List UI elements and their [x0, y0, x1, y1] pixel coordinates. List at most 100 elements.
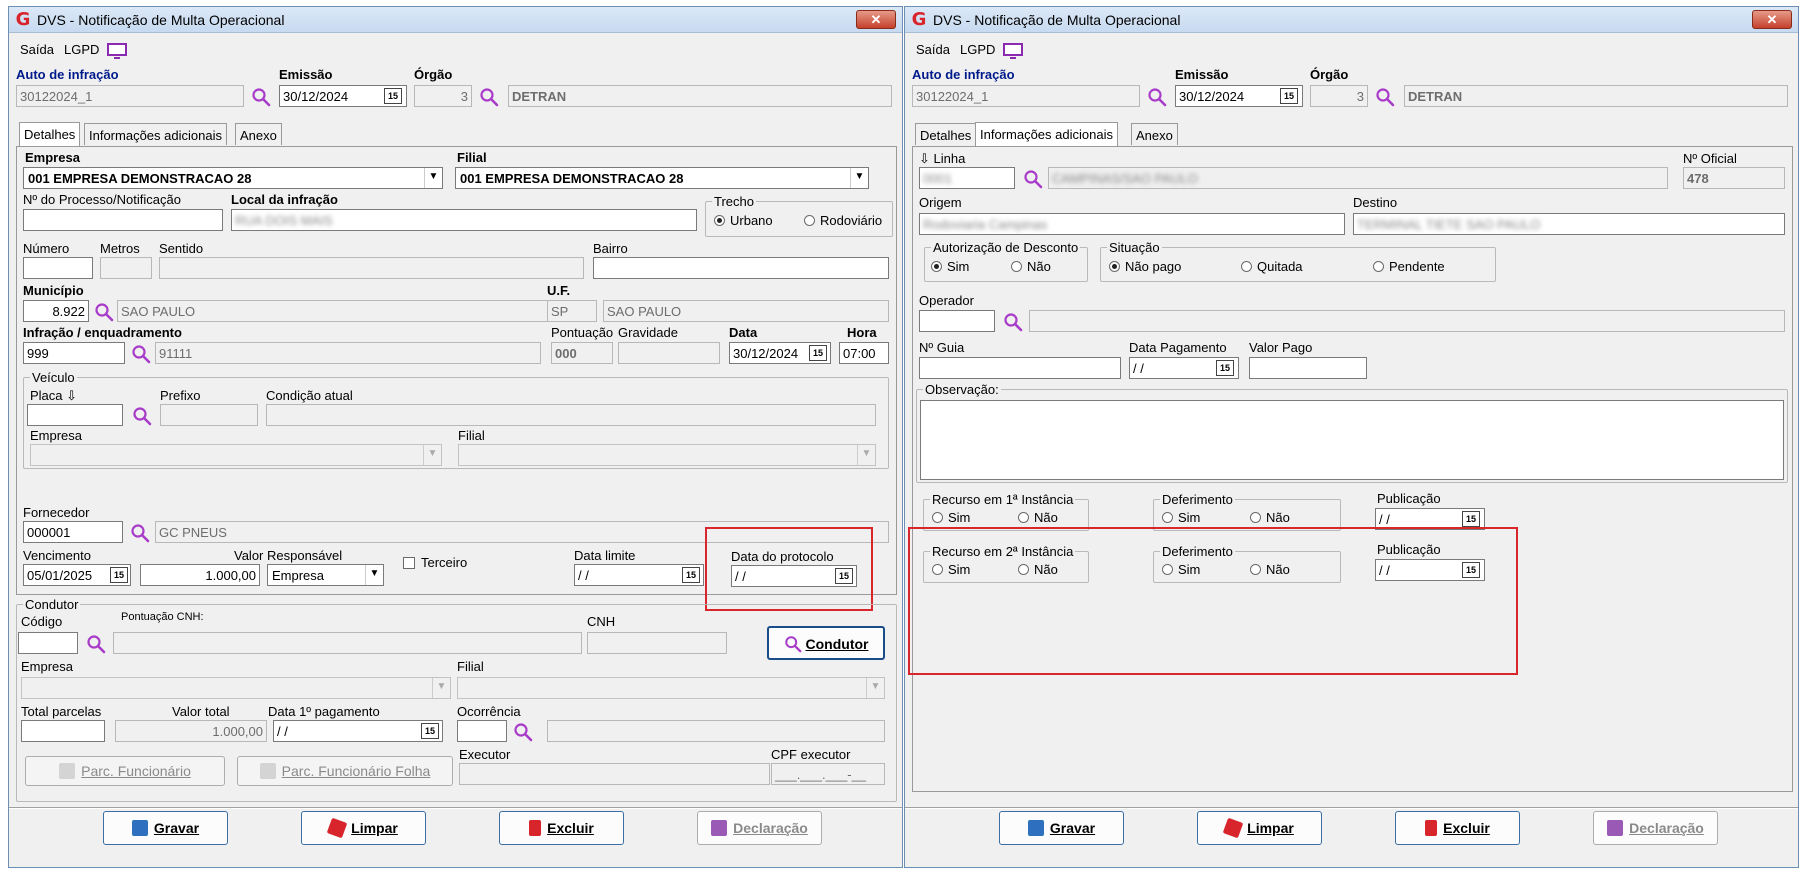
search-municipio-icon[interactable]	[94, 302, 114, 322]
autorizacao-label: Autorização de Desconto	[931, 240, 1081, 255]
search-ocorrencia-icon[interactable]	[513, 722, 533, 742]
condutor-empresa-select[interactable]: ▼	[21, 677, 451, 699]
app-logo-icon: G	[911, 9, 927, 30]
orgao-label: Órgão	[414, 67, 453, 82]
search-operador-icon[interactable]	[1003, 312, 1023, 332]
auto-input[interactable]: 30122024_1	[912, 85, 1140, 107]
sentido-input[interactable]	[159, 257, 584, 279]
local-input[interactable]: RUA DOIS MAIS	[231, 209, 697, 231]
calendar-icon[interactable]: 15	[1462, 511, 1480, 527]
origem-input[interactable]: Rodoviaria Campinas	[919, 213, 1345, 235]
processo-input[interactable]	[23, 209, 223, 231]
excluir-button[interactable]: Excluir	[1395, 811, 1520, 845]
situacao-label: Situação	[1107, 240, 1162, 255]
calendar-icon[interactable]: 15	[421, 723, 439, 739]
monitor-icon[interactable]	[107, 43, 127, 59]
veiculo-empresa-select[interactable]: ▼	[30, 444, 442, 466]
menu-lgpd[interactable]: LGPD	[64, 42, 99, 57]
orgao-label: Órgão	[1310, 67, 1349, 82]
auto-input[interactable]: 30122024_1	[16, 85, 244, 107]
metros-input[interactable]	[100, 257, 152, 279]
empresa-select[interactable]: 001 EMPRESA DEMONSTRACAO 28 ▼	[23, 167, 443, 189]
calendar-icon[interactable]: 15	[1280, 88, 1298, 104]
search-auto-icon[interactable]	[1147, 87, 1167, 107]
parc-funcionario-button[interactable]: Parc. Funcionário	[25, 756, 225, 786]
recurso1-nao-radio[interactable]: Não	[1018, 510, 1058, 525]
search-orgao-icon[interactable]	[479, 87, 499, 107]
autorizacao-nao-radio[interactable]: Não	[1011, 259, 1051, 274]
declaracao-button[interactable]: Declaração	[697, 811, 822, 845]
total-parcelas-input[interactable]	[21, 720, 105, 742]
quitada-radio[interactable]: Quitada	[1241, 259, 1303, 274]
veiculo-filial-select[interactable]: ▼	[458, 444, 876, 466]
excluir-button[interactable]: Excluir	[499, 811, 624, 845]
calendar-icon[interactable]: 15	[110, 567, 128, 583]
operador-code[interactable]	[919, 310, 995, 332]
declaracao-button[interactable]: Declaração	[1593, 811, 1718, 845]
menu-lgpd[interactable]: LGPD	[960, 42, 995, 57]
pendente-radio[interactable]: Pendente	[1373, 259, 1445, 274]
ocorrencia-input[interactable]	[457, 720, 507, 742]
guia-input[interactable]	[919, 357, 1121, 379]
bairro-input[interactable]	[593, 257, 889, 279]
tab-detalhes[interactable]: Detalhes	[915, 123, 977, 145]
search-infracao-icon[interactable]	[131, 344, 151, 364]
close-button[interactable]: ✕	[1752, 10, 1792, 29]
processo-label: Nº do Processo/Notificação	[23, 192, 181, 207]
limpar-button[interactable]: Limpar	[301, 811, 426, 845]
search-auto-icon[interactable]	[251, 87, 271, 107]
infracao-code[interactable]: 999	[23, 342, 125, 364]
municipio-code[interactable]: 8.922	[23, 300, 89, 322]
autorizacao-sim-radio[interactable]: Sim	[931, 259, 969, 274]
parc-folha-button[interactable]: Parc. Funcionário Folha	[237, 756, 453, 786]
gravar-button[interactable]: Gravar	[999, 811, 1124, 845]
responsavel-select[interactable]: Empresa ▼	[267, 564, 384, 586]
calendar-icon[interactable]: 15	[384, 88, 402, 104]
tab-detalhes[interactable]: Detalhes	[19, 122, 81, 147]
tab-informacoes[interactable]: Informações adicionais	[975, 122, 1118, 147]
tab-anexo[interactable]: Anexo	[1131, 123, 1178, 145]
search-placa-icon[interactable]	[132, 406, 152, 426]
nao-pago-radio[interactable]: Não pago	[1109, 259, 1181, 274]
search-linha-icon[interactable]	[1023, 169, 1043, 189]
sentido-label: Sentido	[159, 241, 204, 256]
orgao-code[interactable]: 3	[1310, 85, 1368, 107]
urbano-radio[interactable]: Urbano	[714, 213, 773, 228]
linha-code[interactable]: 0001	[919, 167, 1015, 189]
search-fornecedor-icon[interactable]	[130, 523, 150, 543]
valor-pago-label: Valor Pago	[1249, 340, 1313, 355]
hora-input[interactable]: 07:00	[839, 342, 889, 364]
menu-saida[interactable]: Saída	[20, 42, 54, 57]
calendar-icon[interactable]: 15	[1216, 360, 1234, 376]
search-condutor-icon[interactable]	[86, 634, 106, 654]
tab-anexo[interactable]: Anexo	[235, 123, 282, 145]
calendar-icon[interactable]: 15	[682, 567, 700, 583]
monitor-icon[interactable]	[1003, 43, 1023, 59]
gravar-button[interactable]: Gravar	[103, 811, 228, 845]
recurso1-sim-radio[interactable]: Sim	[932, 510, 970, 525]
operador-name	[1029, 310, 1785, 332]
calendar-icon[interactable]: 15	[809, 345, 827, 361]
observacao-textarea[interactable]	[920, 400, 1784, 480]
limpar-button[interactable]: Limpar	[1197, 811, 1322, 845]
terceiro-checkbox[interactable]: Terceiro	[403, 555, 467, 570]
numero-input[interactable]	[23, 257, 93, 279]
condutor-filial-select[interactable]: ▼	[457, 677, 885, 699]
deferimento1-nao-radio[interactable]: Não	[1250, 510, 1290, 525]
menu-saida[interactable]: Saída	[916, 42, 950, 57]
filial-select[interactable]: 001 EMPRESA DEMONSTRACAO 28 ▼	[455, 167, 869, 189]
placa-input[interactable]	[27, 404, 123, 426]
data-pgto-input[interactable]: / /	[273, 720, 443, 742]
orgao-code[interactable]: 3	[414, 85, 472, 107]
fornecedor-code[interactable]: 000001	[23, 521, 123, 543]
close-button[interactable]: ✕	[856, 10, 896, 29]
search-orgao-icon[interactable]	[1375, 87, 1395, 107]
valor-input[interactable]: 1.000,00	[140, 564, 260, 586]
destino-input[interactable]: TERMINAL TIETE SAO PAULO	[1353, 213, 1785, 235]
valor-pago-input[interactable]	[1249, 357, 1367, 379]
codigo-input[interactable]	[18, 632, 78, 654]
deferimento1-sim-radio[interactable]: Sim	[1162, 510, 1200, 525]
rodoviario-radio[interactable]: Rodoviário	[804, 213, 882, 228]
condutor-button[interactable]: Condutor	[767, 626, 885, 660]
tab-informacoes[interactable]: Informações adicionais	[84, 123, 227, 145]
